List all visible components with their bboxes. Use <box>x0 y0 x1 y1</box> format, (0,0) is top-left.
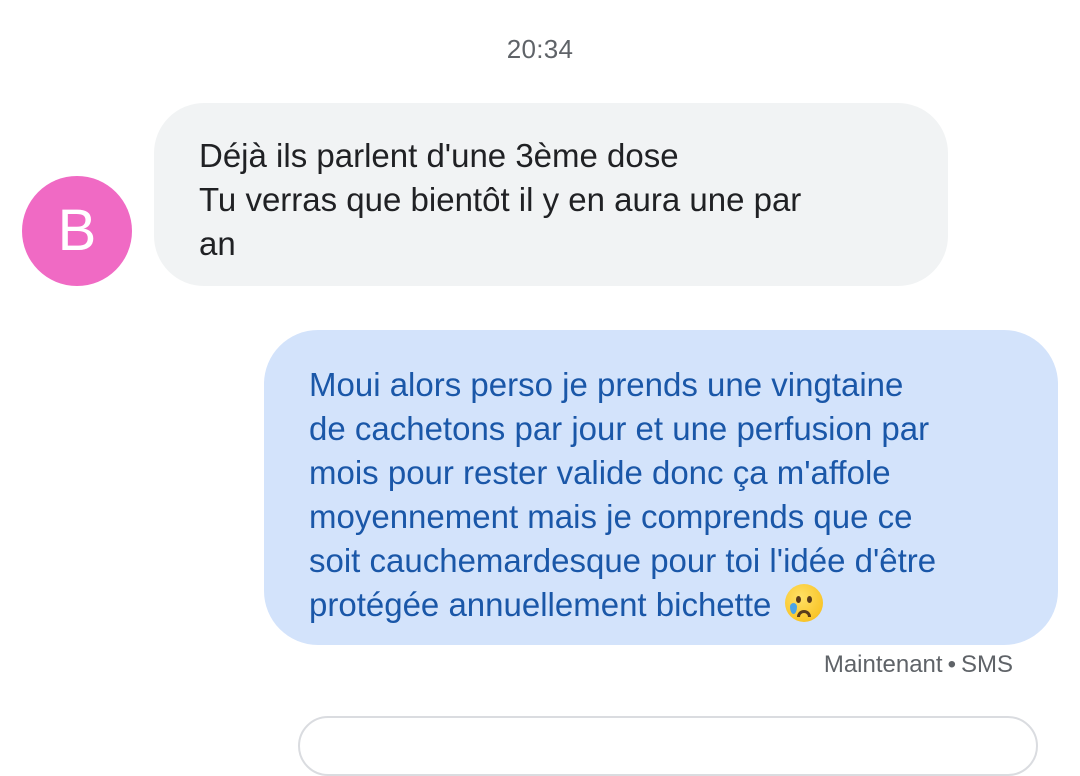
outgoing-message-text: Moui alors perso je prends une vingtaine… <box>309 366 937 623</box>
status-separator: • <box>947 651 956 678</box>
message-status-type: SMS <box>960 651 1013 678</box>
outgoing-message-bubble[interactable]: Moui alors perso je prends une vingtaine… <box>264 330 1058 645</box>
compose-field[interactable] <box>298 716 1038 776</box>
incoming-message-bubble[interactable]: Déjà ils parlent d'une 3ème dose Tu verr… <box>154 103 948 286</box>
message-status-time: Maintenant <box>823 651 943 678</box>
message-timestamp: 20:34 <box>506 34 574 64</box>
crying-face-emoji-icon <box>784 584 823 622</box>
incoming-message-text: Déjà ils parlent d'une 3ème dose Tu verr… <box>199 137 802 262</box>
message-status: Maintenant • SMS <box>824 651 1013 679</box>
contact-avatar[interactable]: B <box>22 176 132 286</box>
